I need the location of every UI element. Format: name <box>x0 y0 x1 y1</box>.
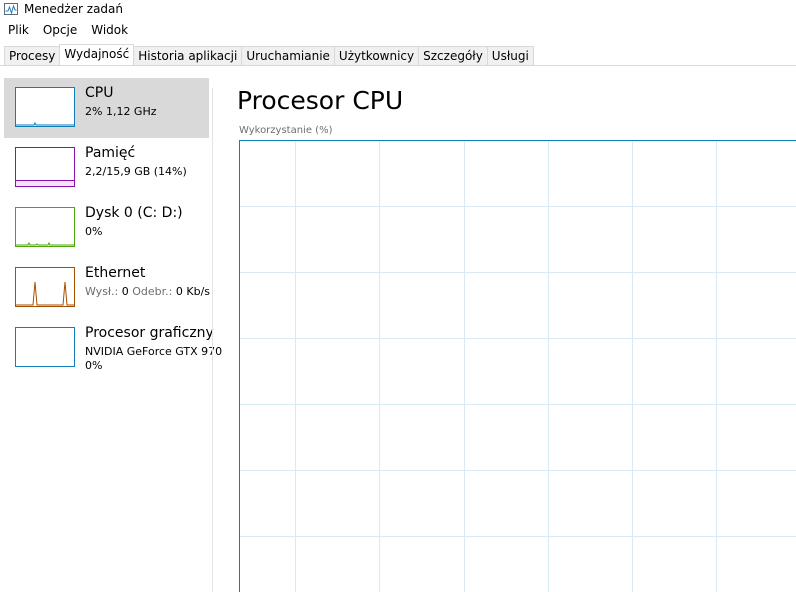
disk-usage-value: 0% <box>85 225 103 238</box>
sidebar-item-ethernet[interactable]: Ethernet Wysł.: 0 Odebr.: 0 Kb/s <box>4 258 210 318</box>
send-value: 0 <box>121 285 129 298</box>
menu-bar: Plik Opcje Widok <box>0 21 796 41</box>
sidebar-item-label: Dysk 0 (C: D:) <box>85 205 183 221</box>
task-manager-icon <box>4 3 18 15</box>
tab-app-history[interactable]: Historia aplikacji <box>133 46 243 65</box>
receive-value: 0 Kb/s <box>175 285 211 298</box>
disk-thumbnail-graph <box>15 207 75 247</box>
sidebar-item-label: Procesor graficzny <box>85 325 214 341</box>
sidebar-item-label: Pamięć <box>85 145 136 161</box>
cpu-usage-value: 2% 1,12 GHz <box>85 105 157 118</box>
ethernet-throughput: Wysł.: 0 Odebr.: 0 Kb/s <box>85 285 210 298</box>
performance-sidebar: CPU 2% 1,12 GHz Pamięć 2,2/15,9 GB (14%)… <box>4 78 222 592</box>
sidebar-item-gpu[interactable]: Procesor graficzny NVIDIA GeForce GTX 97… <box>4 318 222 378</box>
gpu-thumbnail-graph <box>15 327 75 367</box>
sidebar-divider <box>212 88 213 592</box>
menu-view[interactable]: Widok <box>83 21 134 41</box>
cpu-usage-graph <box>239 140 796 592</box>
menu-options[interactable]: Opcje <box>35 21 83 41</box>
sidebar-item-memory[interactable]: Pamięć 2,2/15,9 GB (14%) <box>4 138 209 198</box>
page-title: Procesor CPU <box>237 86 404 115</box>
tab-bar-divider <box>0 65 796 66</box>
send-label: Wysł.: <box>85 285 119 298</box>
memory-thumbnail-graph <box>15 147 75 187</box>
memory-usage-value: 2,2/15,9 GB (14%) <box>85 165 187 178</box>
graph-label: Wykorzystanie (%) <box>239 125 333 136</box>
window-title: Menedżer zadań <box>24 2 123 16</box>
tab-startup[interactable]: Uruchamianie <box>241 46 335 65</box>
sidebar-item-cpu[interactable]: CPU 2% 1,12 GHz <box>4 78 209 138</box>
gpu-model: NVIDIA GeForce GTX 970 <box>85 345 223 358</box>
gpu-usage-value: 0% <box>85 359 103 372</box>
ethernet-thumbnail-graph <box>15 267 75 307</box>
sidebar-item-label: Ethernet <box>85 265 146 281</box>
sidebar-item-disk[interactable]: Dysk 0 (C: D:) 0% <box>4 198 209 258</box>
tab-services[interactable]: Usługi <box>486 46 534 65</box>
tab-users[interactable]: Użytkownicy <box>333 46 420 65</box>
title-bar: Menedżer zadań <box>0 0 796 20</box>
tab-details[interactable]: Szczegóły <box>418 46 488 65</box>
tab-performance[interactable]: Wydajność <box>59 44 135 65</box>
sidebar-item-label: CPU <box>85 85 114 101</box>
cpu-thumbnail-graph <box>15 87 75 127</box>
tab-bar: Procesy Wydajność Historia aplikacji Uru… <box>0 42 796 66</box>
tab-processes[interactable]: Procesy <box>4 46 61 65</box>
menu-file[interactable]: Plik <box>0 21 35 41</box>
receive-label: Odebr.: <box>132 285 173 298</box>
